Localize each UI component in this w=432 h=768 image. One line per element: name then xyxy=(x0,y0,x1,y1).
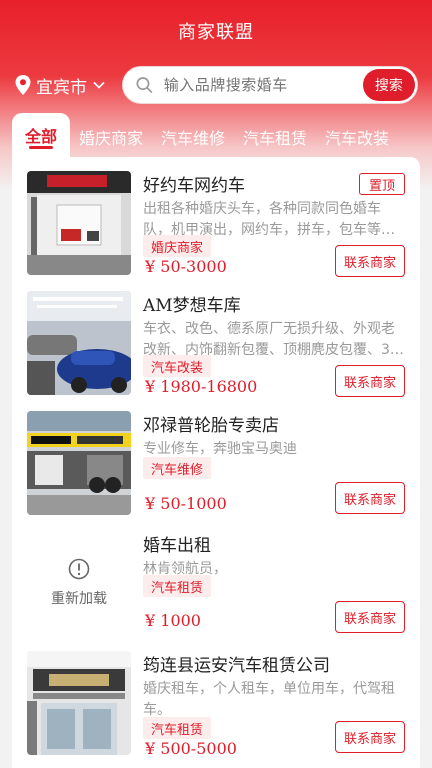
image-reload-placeholder[interactable]: 重新加载 xyxy=(27,531,131,635)
alert-circle-icon xyxy=(68,558,90,580)
location-pin-icon xyxy=(15,75,31,95)
merchant-photo xyxy=(27,651,131,755)
chevron-down-icon xyxy=(93,81,105,89)
tab-repair[interactable]: 汽车维修 xyxy=(152,117,234,157)
price-range: ¥ 500-5000 xyxy=(145,739,237,758)
search-bar: 搜索 xyxy=(122,66,418,104)
contact-merchant-button[interactable]: 联系商家 xyxy=(335,365,405,397)
search-icon xyxy=(136,77,153,94)
reload-label: 重新加载 xyxy=(51,591,107,607)
merchant-card[interactable]: AM梦想车库 车衣、改色、德系原厂无损升级、外观老改新、内饰翻新包覆、顶棚麂皮包… xyxy=(12,277,420,397)
merchant-card[interactable]: 邓禄普轮胎专卖店 专业修车，奔驰宝马奥迪 汽车维修 ¥ 50-1000 联系商家 xyxy=(12,397,420,517)
tab-modification[interactable]: 汽车改装 xyxy=(316,117,398,157)
category-tag: 汽车租赁 xyxy=(143,575,212,597)
tab-rental[interactable]: 汽车租赁 xyxy=(234,117,316,157)
category-tag: 汽车租赁 xyxy=(143,717,212,739)
price-range: ¥ 1980-16800 xyxy=(145,377,258,396)
merchant-name: AM梦想车库 xyxy=(143,296,241,316)
merchant-photo xyxy=(27,171,131,275)
contact-merchant-button[interactable]: 联系商家 xyxy=(335,482,405,514)
merchant-photo xyxy=(27,291,131,395)
merchant-description: 婚庆租车，个人租车，单位用车，代驾租车。 xyxy=(143,681,395,718)
merchant-name: 好约车网约车 xyxy=(143,176,245,196)
merchant-list: 好约车网约车 置顶 出租各种婚庆头车，各种同款同色婚车队，机甲演出，网约车，拼车… xyxy=(12,157,420,768)
merchant-name: 邓禄普轮胎专卖店 xyxy=(143,416,279,436)
merchant-card[interactable]: 重新加载 婚车出租 林肯领航员， 汽车租赁 ¥ 1000 联系商家 xyxy=(12,517,420,637)
price-range: ¥ 1000 xyxy=(145,611,201,630)
merchant-card[interactable]: 好约车网约车 置顶 出租各种婚庆头车，各种同款同色婚车队，机甲演出，网约车，拼车… xyxy=(12,157,420,277)
merchant-card[interactable]: 筠连县运安汽车租赁公司 婚庆租车，个人租车，单位用车，代驾租车。 汽车租赁 ¥ … xyxy=(12,637,420,758)
search-button[interactable]: 搜索 xyxy=(362,69,415,101)
tab-wedding[interactable]: 婚庆商家 xyxy=(70,117,152,157)
pinned-badge: 置顶 xyxy=(359,173,405,195)
contact-merchant-button[interactable]: 联系商家 xyxy=(335,601,405,633)
contact-merchant-button[interactable]: 联系商家 xyxy=(335,245,405,277)
category-tag: 婚庆商家 xyxy=(143,235,212,257)
category-tag: 汽车改装 xyxy=(143,355,212,377)
price-range: ¥ 50-1000 xyxy=(145,494,227,513)
tab-all[interactable]: 全部 xyxy=(12,113,70,157)
contact-merchant-button[interactable]: 联系商家 xyxy=(335,721,405,753)
city-selector[interactable]: 宜宾市 xyxy=(14,72,105,98)
city-name: 宜宾市 xyxy=(36,77,87,98)
search-input[interactable] xyxy=(163,76,363,94)
merchant-photo xyxy=(27,411,131,515)
category-tabs: 全部 婚庆商家 汽车维修 汽车租赁 汽车改装 xyxy=(12,113,432,157)
category-tag: 汽车维修 xyxy=(143,457,212,479)
price-range: ¥ 50-3000 xyxy=(145,257,227,276)
page-title: 商家联盟 xyxy=(178,22,254,43)
merchant-name: 筠连县运安汽车租赁公司 xyxy=(143,656,330,676)
merchant-name: 婚车出租 xyxy=(143,536,211,556)
